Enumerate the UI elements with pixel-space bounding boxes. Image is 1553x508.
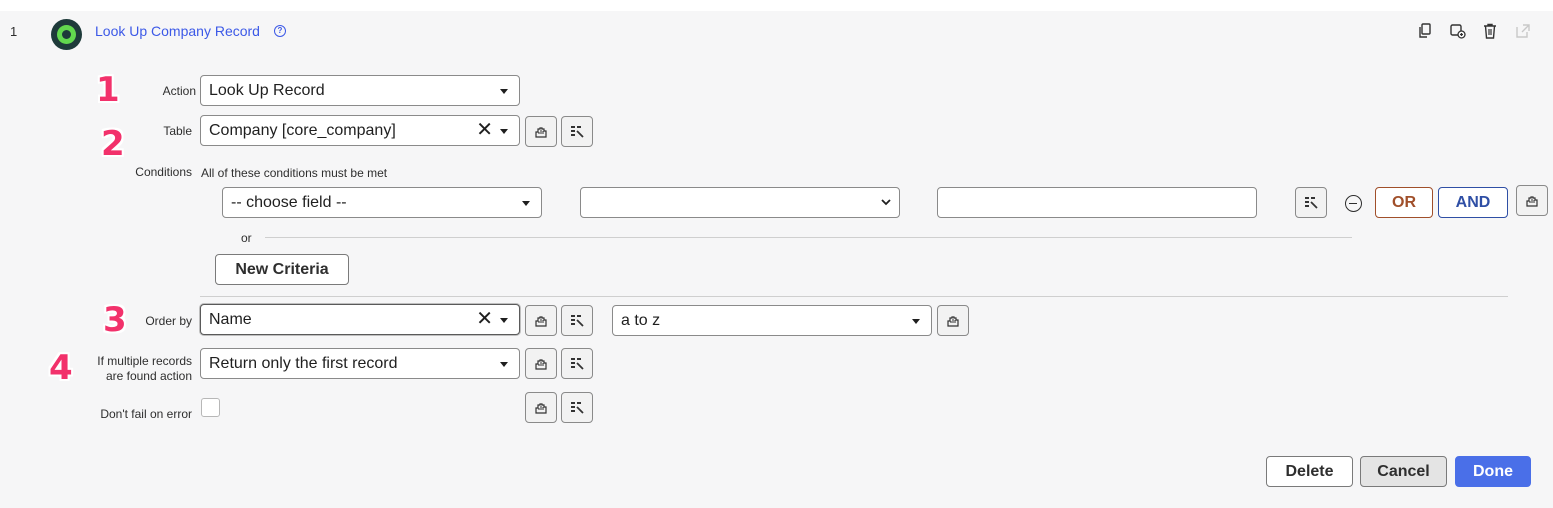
annotation-badge-1: 1 <box>96 70 120 110</box>
caret-down-icon <box>522 201 530 206</box>
order-by-dynamic-button[interactable] <box>525 305 557 336</box>
action-select[interactable]: Look Up Record <box>200 75 520 106</box>
condition-operator-select[interactable] <box>580 187 900 218</box>
copy-icon[interactable] <box>1416 22 1434 40</box>
hand-icon <box>1526 195 1538 207</box>
dont-fail-dynamic-button[interactable] <box>525 392 557 423</box>
order-by-data-pill-picker-button[interactable] <box>561 305 593 336</box>
hand-icon <box>535 126 547 138</box>
step-number: 1 <box>10 24 18 39</box>
dont-fail-checkbox[interactable] <box>201 398 220 417</box>
sort-direction-value: a to z <box>621 312 661 329</box>
table-value: Company [core_company] <box>209 122 396 139</box>
hand-icon <box>535 358 547 370</box>
multiple-records-select[interactable]: Return only the first record <box>200 348 520 379</box>
multiple-records-value: Return only the first record <box>209 355 398 372</box>
data-pill-picker-icon <box>571 357 584 370</box>
external-link-icon <box>1514 22 1532 40</box>
table-label: Table <box>163 124 192 138</box>
step-title[interactable]: Look Up Company Record <box>95 23 260 39</box>
multiple-records-label-line2: are found action <box>105 369 192 383</box>
action-logo-icon <box>51 19 82 50</box>
order-by-select[interactable]: Name ✕ <box>200 304 520 335</box>
order-by-label: Order by <box>145 314 192 328</box>
and-button[interactable]: AND <box>1438 187 1508 218</box>
hand-icon <box>535 315 547 327</box>
caret-down-icon <box>912 319 920 324</box>
action-label: Action <box>162 84 196 98</box>
caret-down-icon <box>500 362 508 367</box>
data-pill-picker-icon <box>571 125 584 138</box>
caret-down-icon <box>500 89 508 94</box>
conditions-label: Conditions <box>135 165 192 179</box>
done-button[interactable]: Done <box>1455 456 1531 487</box>
question-circle-icon[interactable]: ? <box>274 25 286 37</box>
action-value: Look Up Record <box>209 82 325 99</box>
cancel-button[interactable]: Cancel <box>1360 456 1447 487</box>
new-criteria-button[interactable]: New Criteria <box>215 254 349 285</box>
data-pill-picker-button[interactable] <box>561 116 593 147</box>
conditions-description: All of these conditions must be met <box>201 166 388 180</box>
delete-button[interactable]: Delete <box>1266 456 1353 487</box>
data-pill-picker-icon <box>571 314 584 327</box>
table-select[interactable]: Company [core_company] ✕ <box>200 115 520 146</box>
or-separator-label: or <box>241 231 252 245</box>
condition-dynamic-button[interactable] <box>1516 185 1548 216</box>
data-pill-picker-icon <box>571 401 584 414</box>
order-by-value: Name <box>209 311 252 328</box>
remove-condition-icon[interactable] <box>1345 195 1362 212</box>
condition-value-input[interactable] <box>937 187 1257 218</box>
trash-icon[interactable] <box>1481 22 1499 40</box>
caret-down-icon <box>500 129 508 134</box>
sort-direction-select[interactable]: a to z <box>612 305 932 336</box>
hand-icon <box>535 402 547 414</box>
condition-data-pill-picker-button[interactable] <box>1295 187 1327 218</box>
dont-fail-label: Don't fail on error <box>100 407 192 421</box>
data-pill-icon[interactable] <box>1449 22 1467 40</box>
hand-icon <box>947 315 959 327</box>
chevron-down-icon <box>881 199 891 206</box>
condition-field-select[interactable]: -- choose field -- <box>222 187 542 218</box>
multiple-records-label: If multiple records are found action <box>60 354 192 384</box>
sort-direction-dynamic-button[interactable] <box>937 305 969 336</box>
data-pill-picker-icon <box>1305 196 1318 209</box>
multiple-records-label-line1: If multiple records <box>97 354 192 368</box>
dont-fail-data-pill-picker-button[interactable] <box>561 392 593 423</box>
caret-down-icon <box>500 318 508 323</box>
dynamic-field-button[interactable] <box>525 116 557 147</box>
condition-field-value: -- choose field -- <box>231 194 347 211</box>
section-divider <box>200 296 1508 297</box>
clear-icon[interactable]: ✕ <box>476 305 493 334</box>
or-separator-line <box>265 237 1352 238</box>
multiple-records-dynamic-button[interactable] <box>525 348 557 379</box>
or-button[interactable]: OR <box>1375 187 1433 218</box>
multiple-records-data-pill-picker-button[interactable] <box>561 348 593 379</box>
clear-icon[interactable]: ✕ <box>476 116 493 145</box>
